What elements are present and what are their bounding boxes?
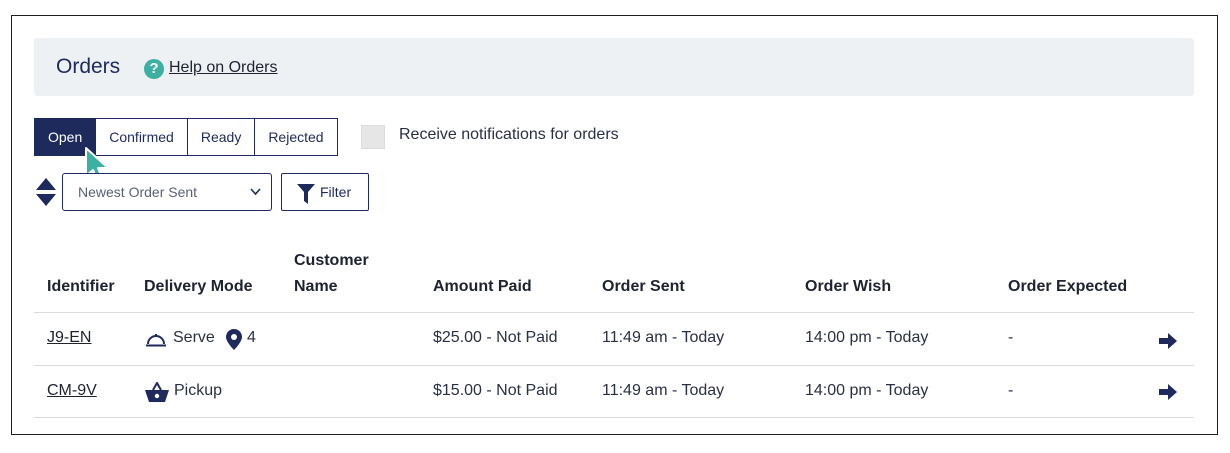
header-order-sent: Order Sent <box>602 278 685 295</box>
order-identifier-link[interactable]: CM-9V <box>47 382 97 400</box>
header-amount-paid: Amount Paid <box>433 278 532 295</box>
help-link[interactable]: Help on Orders <box>169 59 278 77</box>
table-divider <box>34 417 1194 418</box>
header-delivery-mode: Delivery Mode <box>144 278 253 295</box>
header-order-expected: Order Expected <box>1008 278 1128 295</box>
basket-icon <box>145 382 169 402</box>
funnel-icon <box>297 184 315 204</box>
table-number: 4 <box>247 329 256 346</box>
order-expected: - <box>1008 329 1014 346</box>
delivery-mode-text: Pickup <box>174 382 223 399</box>
map-pin-icon <box>226 329 242 350</box>
table-divider <box>34 365 1194 366</box>
notifications-checkbox[interactable] <box>361 125 385 149</box>
orders-header: Orders ? Help on Orders <box>34 38 1194 96</box>
order-sent: 11:49 am - Today <box>602 329 725 346</box>
header-customer-name-line2: Name <box>294 278 338 295</box>
notifications-label: Receive notifications for orders <box>399 126 619 143</box>
table-divider <box>34 312 1194 313</box>
header-order-wish: Order Wish <box>805 278 892 295</box>
sort-select-value: Newest Order Sent <box>78 184 198 200</box>
tab-ready[interactable]: Ready <box>187 118 256 156</box>
amount-paid: $25.00 - Not Paid <box>433 329 558 346</box>
sort-select[interactable]: Newest Order Sent <box>62 173 272 211</box>
order-wish: 14:00 pm - Today <box>805 382 929 399</box>
header-identifier: Identifier <box>47 278 115 295</box>
amount-paid: $15.00 - Not Paid <box>433 382 558 399</box>
page-title: Orders <box>56 55 121 78</box>
order-expected: - <box>1008 382 1014 399</box>
delivery-mode-text: Serve <box>173 329 215 346</box>
order-wish: 14:00 pm - Today <box>805 329 929 346</box>
arrow-right-icon[interactable] <box>1159 384 1177 400</box>
order-identifier-link[interactable]: J9-EN <box>47 329 91 347</box>
filter-button[interactable]: Filter <box>281 173 369 211</box>
sort-updown-icon[interactable] <box>35 177 57 207</box>
orders-panel: Orders ? Help on Orders Open Confirmed R… <box>11 15 1218 435</box>
order-sent: 11:49 am - Today <box>602 382 725 399</box>
arrow-right-icon[interactable] <box>1159 333 1177 349</box>
header-customer-name-line1: Customer <box>294 252 369 269</box>
chevron-down-icon <box>250 188 261 196</box>
cloche-icon <box>146 334 166 347</box>
help-icon[interactable]: ? <box>144 59 164 79</box>
filter-label: Filter <box>320 184 352 200</box>
tab-rejected[interactable]: Rejected <box>255 118 338 156</box>
status-tabs: Open Confirmed Ready Rejected <box>34 118 338 156</box>
